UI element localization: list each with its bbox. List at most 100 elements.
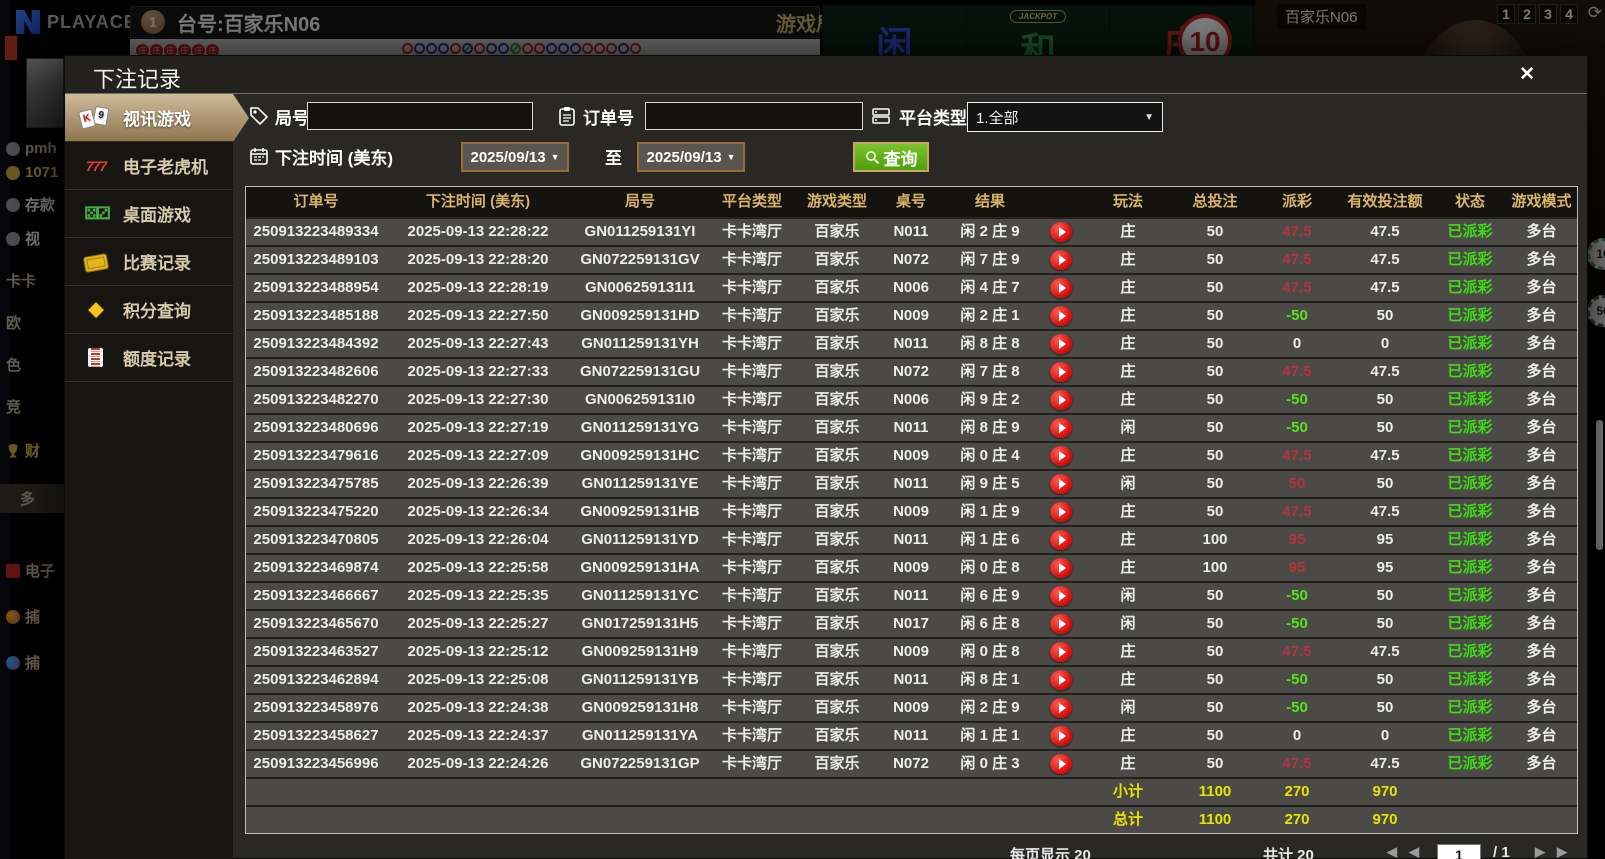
prev-page-icon[interactable]: ◀ <box>1409 844 1419 859</box>
play-result-button[interactable] <box>1050 306 1072 326</box>
cell-status: 已派彩 <box>1447 335 1493 352</box>
play-result-button[interactable] <box>1050 390 1072 410</box>
play-result-button[interactable] <box>1050 698 1072 718</box>
play-result-button[interactable] <box>1050 530 1072 550</box>
cell-time: 2025-09-13 22:26:39 <box>407 475 549 492</box>
cell-valid: 0 <box>1380 335 1390 352</box>
play-icon <box>1059 479 1066 489</box>
cell-time: 2025-09-13 22:25:58 <box>407 559 549 576</box>
play-icon <box>1059 591 1066 601</box>
order-input[interactable] <box>645 102 863 130</box>
play-result-button[interactable] <box>1050 222 1072 242</box>
close-icon[interactable]: ✕ <box>1519 63 1535 86</box>
cell-round: GN011259131YH <box>581 335 699 352</box>
play-result-button[interactable] <box>1050 334 1072 354</box>
play-icon <box>1059 339 1066 349</box>
table-row: 250913223475220 2025-09-13 22:26:34 GN0092… <box>246 497 1577 525</box>
table-row: 250913223488954 2025-09-13 22:28:19 GN0062… <box>246 273 1577 301</box>
sidebar-item-points[interactable]: ◆ 积分查询 <box>65 286 233 334</box>
chevron-down-icon: ▼ <box>1144 111 1154 123</box>
cell-total: 50 <box>1206 755 1224 772</box>
play-result-button[interactable] <box>1050 446 1072 466</box>
col-header-table: 桌号 <box>895 193 926 210</box>
play-result-button[interactable] <box>1050 586 1072 606</box>
platform-select-value: 1.全部 <box>976 109 1019 127</box>
cell-play <box>1038 303 1084 329</box>
cell-play <box>1038 639 1084 665</box>
sidebar-item-dice[interactable]: ⚄⚂ 桌面游戏 <box>65 190 233 238</box>
play-result-button[interactable] <box>1050 726 1072 746</box>
cell-table: N072 <box>893 251 929 268</box>
sidebar-item-label: 比赛记录 <box>123 254 191 273</box>
cell-total: 50 <box>1206 391 1224 408</box>
cell-status: 已派彩 <box>1447 475 1493 492</box>
cell-payout: 47.5 <box>1282 755 1312 772</box>
cell-platform: 卡卡湾厅 <box>721 531 782 548</box>
grand-total-row-game <box>794 807 880 833</box>
cell-result: 闲 2 庄 1 <box>960 307 1020 324</box>
play-result-button[interactable] <box>1050 614 1072 634</box>
play-result-button[interactable] <box>1050 418 1072 438</box>
cell-total: 50 <box>1206 251 1224 268</box>
search-button[interactable]: 查询 <box>853 142 929 172</box>
cell-order: 250913223489334 <box>253 223 379 240</box>
sidebar-item-slot[interactable]: 777 电子老虎机 <box>65 142 233 190</box>
platform-select[interactable]: 1.全部 ▼ <box>967 102 1163 132</box>
cell-game: 百家乐 <box>814 531 860 548</box>
cell-game: 百家乐 <box>814 279 860 296</box>
cell-valid: 47.5 <box>1370 643 1400 660</box>
cell-time: 2025-09-13 22:25:08 <box>407 671 549 688</box>
cell-bet: 庄 <box>1120 755 1136 772</box>
cell-round: GN009259131HB <box>580 503 700 520</box>
diamond-icon: ◆ <box>88 298 104 320</box>
cell-valid: 95 <box>1376 531 1394 548</box>
sidebar-item-quota[interactable]: 额度记录 <box>65 334 233 382</box>
sidebar-item-video[interactable]: K 9 视讯游戏 <box>65 94 249 142</box>
round-input[interactable] <box>307 102 533 130</box>
grand-total-row-table <box>880 807 942 833</box>
cell-play <box>1038 583 1084 609</box>
platform-icon <box>872 108 890 124</box>
subtotal-row-mode <box>1506 779 1577 805</box>
sidebar-item-match[interactable]: 比赛记录 <box>65 238 233 286</box>
cell-status: 已派彩 <box>1447 223 1493 240</box>
page-number-input[interactable]: 1 <box>1437 844 1481 859</box>
subtotal-row-payout: 270 <box>1284 783 1310 800</box>
cell-total: 50 <box>1206 363 1224 380</box>
subtotal-row-platform <box>710 779 794 805</box>
last-page-icon[interactable]: ▶ <box>1557 844 1567 859</box>
cell-mode: 多台 <box>1526 755 1557 772</box>
date-from-picker[interactable]: 2025/09/13 ▼ <box>461 142 569 172</box>
play-result-button[interactable] <box>1050 502 1072 522</box>
play-result-button[interactable] <box>1050 474 1072 494</box>
cell-bet: 闲 <box>1120 475 1136 492</box>
cell-valid: 50 <box>1376 475 1394 492</box>
play-result-button[interactable] <box>1050 250 1072 270</box>
play-result-button[interactable] <box>1050 362 1072 382</box>
table-row: 250913223489334 2025-09-13 22:28:22 GN0112… <box>246 217 1577 245</box>
cell-total: 50 <box>1206 419 1224 436</box>
play-result-button[interactable] <box>1050 670 1072 690</box>
cell-payout: 47.5 <box>1282 279 1312 296</box>
cell-play <box>1038 527 1084 553</box>
first-page-icon[interactable]: ◀ <box>1387 844 1397 859</box>
modal-sidebar-menu: K 9 视讯游戏 777 电子老虎机 ⚄⚂ 桌面游戏 比赛记录 ◆ 积分查询 额度记录 <box>65 94 233 859</box>
play-result-button[interactable] <box>1050 278 1072 298</box>
cell-table: N006 <box>893 279 929 296</box>
cell-valid: 47.5 <box>1370 251 1400 268</box>
cell-table: N011 <box>893 587 929 604</box>
grand-total-row-status <box>1434 807 1506 833</box>
cell-table: N072 <box>893 755 929 772</box>
play-result-button[interactable] <box>1050 642 1072 662</box>
next-page-icon[interactable]: ▶ <box>1535 844 1545 859</box>
cell-mode: 多台 <box>1526 643 1557 660</box>
cell-time: 2025-09-13 22:25:35 <box>407 587 549 604</box>
grand-total-row-mode <box>1506 807 1577 833</box>
play-result-button[interactable] <box>1050 558 1072 578</box>
col-header-valid: 有效投注额 <box>1347 193 1423 210</box>
scrollbar[interactable] <box>1596 420 1603 550</box>
sidebar-item-label: 电子老虎机 <box>123 158 208 177</box>
grand-total-row-time <box>386 807 570 833</box>
play-result-button[interactable] <box>1050 754 1072 774</box>
date-to-picker[interactable]: 2025/09/13 ▼ <box>637 142 745 172</box>
